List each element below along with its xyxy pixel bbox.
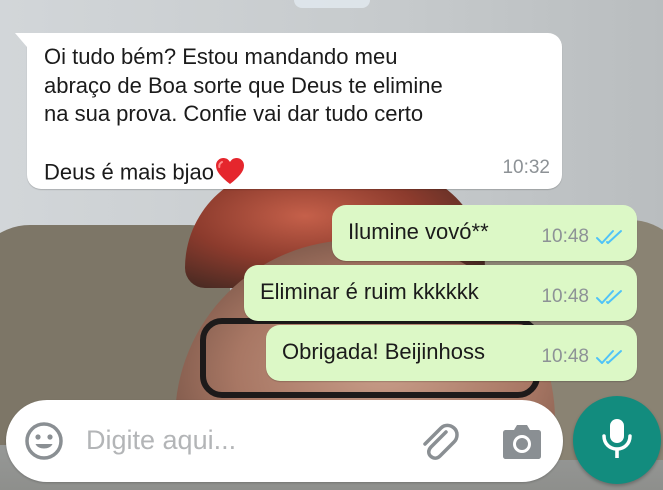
- message-timestamp: 10:48: [541, 226, 589, 247]
- message-timestamp: 10:48: [541, 346, 589, 367]
- outgoing-message[interactable]: Obrigada! Beijinhoss 10:48: [266, 325, 637, 381]
- message-input[interactable]: Digite aqui...: [86, 425, 236, 456]
- outgoing-message-text: Ilumine vovó**: [348, 219, 489, 244]
- message-meta: 10:48: [541, 346, 625, 368]
- heart-icon: [215, 129, 245, 184]
- message-meta: 10:48: [541, 226, 625, 248]
- attach-icon[interactable]: [416, 418, 460, 464]
- double-check-icon: [596, 290, 622, 304]
- outgoing-message[interactable]: Ilumine vovó** 10:48: [332, 205, 637, 261]
- emoji-icon[interactable]: [23, 420, 65, 462]
- message-timestamp: 10:48: [541, 286, 589, 307]
- message-meta: 10:48: [541, 286, 625, 308]
- outgoing-message[interactable]: Eliminar é ruim kkkkkk 10:48: [244, 265, 637, 321]
- mic-icon: [602, 419, 632, 458]
- message-composer: Digite aqui...: [6, 400, 563, 482]
- double-check-icon: [596, 230, 622, 244]
- camera-icon[interactable]: [500, 420, 544, 462]
- date-chip: [294, 0, 370, 8]
- outgoing-message-text: Obrigada! Beijinhoss: [282, 339, 486, 364]
- double-check-icon: [596, 350, 622, 364]
- message-timestamp: 10:32: [502, 157, 550, 178]
- incoming-message[interactable]: Oi tudo bém? Estou mandando meu abraço d…: [15, 33, 562, 189]
- voice-message-button[interactable]: [573, 396, 661, 484]
- outgoing-message-text: Eliminar é ruim kkkkkk: [260, 279, 479, 304]
